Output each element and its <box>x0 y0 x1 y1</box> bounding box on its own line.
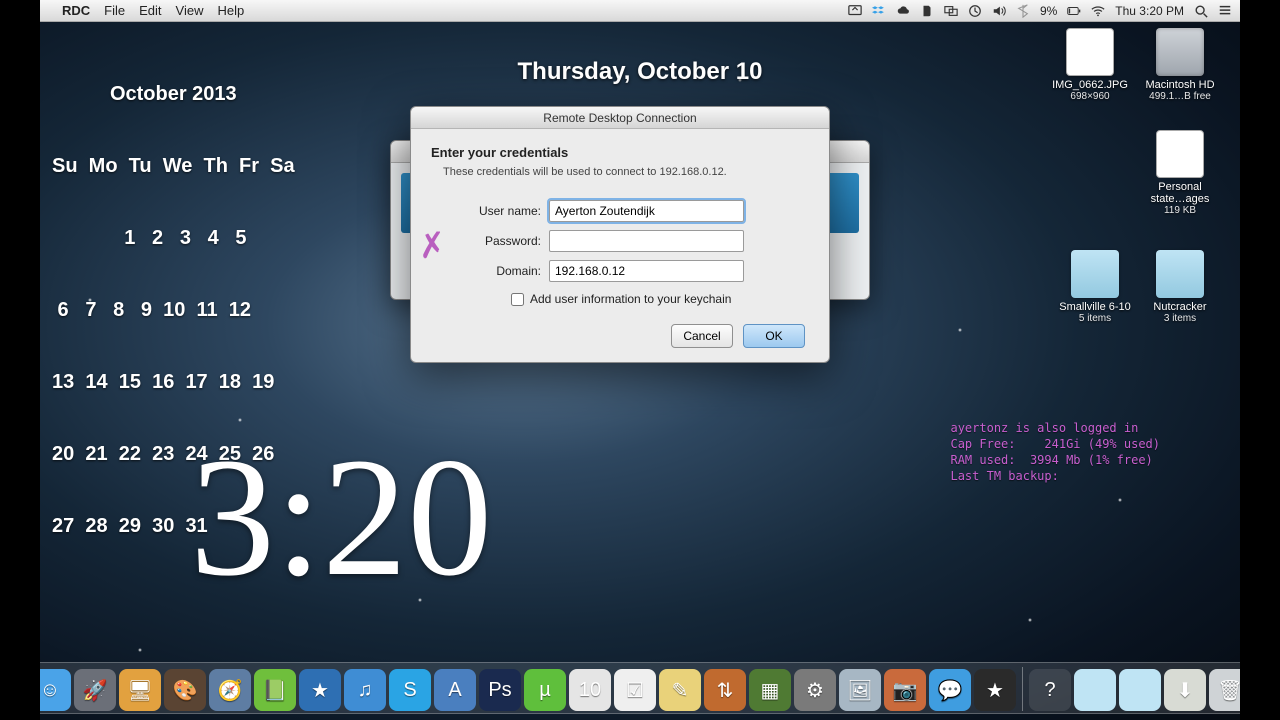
desktop-icon-label: IMG_0662.JPG <box>1050 79 1130 91</box>
desktop-icon-macintosh-hd[interactable]: Macintosh HD 499.1…B free <box>1140 28 1220 102</box>
screenshare-icon[interactable] <box>848 4 862 18</box>
desktop-icon-sub: 698×960 <box>1050 91 1130 102</box>
dock-icon-skype[interactable]: S <box>389 669 431 711</box>
dock-icon-reminders[interactable]: ☑ <box>614 669 656 711</box>
folder-icon <box>1071 250 1119 298</box>
cancel-button[interactable]: Cancel <box>671 324 733 348</box>
dock-icon-photobooth[interactable]: 📷 <box>884 669 926 711</box>
dock-icon-applications[interactable] <box>1074 669 1116 711</box>
dock-icon-evernote[interactable]: 📗 <box>254 669 296 711</box>
calendar-row: 13 14 15 16 17 18 19 <box>52 370 295 394</box>
desktop-icon-folder-smallville[interactable]: Smallville 6-10 5 items <box>1055 250 1135 324</box>
desktop-icon-sub: 119 KB <box>1140 205 1220 216</box>
dock-icon-ical[interactable]: 10 <box>569 669 611 711</box>
timemachine-icon[interactable] <box>968 4 982 18</box>
dock-icon-appstore[interactable]: A <box>434 669 476 711</box>
dock-icon-preview[interactable]: 🖼 <box>839 669 881 711</box>
cloud-icon[interactable] <box>896 4 910 18</box>
menu-help[interactable]: Help <box>217 3 244 18</box>
desktop-icon-sub: 5 items <box>1055 313 1135 324</box>
dock-icon-systemprefs[interactable]: ⚙ <box>794 669 836 711</box>
dock-separator <box>1022 667 1023 711</box>
calendar-header: Su Mo Tu We Th Fr Sa <box>52 154 295 178</box>
ok-button[interactable]: OK <box>743 324 805 348</box>
dock-icon-itunes[interactable]: ♫ <box>344 669 386 711</box>
desktop-icon-image[interactable]: IMG_0662.JPG 698×960 <box>1050 28 1130 102</box>
bluetooth-icon[interactable] <box>1016 4 1030 18</box>
date-heading: Thursday, October 10 <box>518 58 763 86</box>
battery-icon[interactable] <box>1067 4 1081 18</box>
calendar-title: October 2013 <box>52 82 295 106</box>
menu-edit[interactable]: Edit <box>139 3 161 18</box>
dock-icon-launchpad[interactable]: 🚀 <box>74 669 116 711</box>
dock-icon-transmission[interactable]: ⇅ <box>704 669 746 711</box>
desktop-icon-label: Macintosh HD <box>1140 79 1220 91</box>
dock: ☺🚀🖥🎨🧭📗★♫SAPsµ10☑✎⇅▦⚙🖼📷💬★?⬇🗑 <box>40 662 1240 714</box>
desktop-icon-sub: 3 items <box>1140 313 1220 324</box>
dock-icon-photoshop[interactable]: Ps <box>479 669 521 711</box>
dock-icon-finder[interactable]: ☺ <box>40 669 71 711</box>
dock-icon-safari[interactable]: 🧭 <box>209 669 251 711</box>
calendar-row: 1 2 3 4 5 <box>52 226 295 250</box>
image-file-icon <box>1066 28 1114 76</box>
dock-icon-imovie[interactable]: ★ <box>974 669 1016 711</box>
wifi-icon[interactable] <box>1091 4 1105 18</box>
volume-icon[interactable] <box>992 4 1006 18</box>
desktop: RDC File Edit View Help 9% Thu 3:20 PM T… <box>40 0 1240 720</box>
dock-icon-messages[interactable]: 💬 <box>929 669 971 711</box>
dock-icon-trash[interactable]: 🗑 <box>1209 669 1240 711</box>
menu-view[interactable]: View <box>176 3 204 18</box>
notification-center-icon[interactable] <box>1218 4 1232 18</box>
desktop-icon-folder-nutcracker[interactable]: Nutcracker 3 items <box>1140 250 1220 324</box>
dock-icon-utorrent[interactable]: µ <box>524 669 566 711</box>
password-label: Password: <box>431 234 541 248</box>
calendar-row: 6 7 8 9 10 11 12 <box>52 298 295 322</box>
dock-icon-rdc[interactable]: 🖥 <box>119 669 161 711</box>
desktop-icon-sub: 499.1…B free <box>1140 91 1220 102</box>
desktop-icon-label: Smallville 6-10 <box>1055 301 1135 313</box>
menubar-clock[interactable]: Thu 3:20 PM <box>1115 4 1184 18</box>
desktop-icon-document[interactable]: Personal state…ages 119 KB <box>1140 130 1220 216</box>
document-icon <box>1156 130 1204 178</box>
username-label: User name: <box>431 204 541 218</box>
domain-input[interactable] <box>549 260 744 282</box>
dock-icon-minecraft[interactable]: ▦ <box>749 669 791 711</box>
spotlight-icon[interactable] <box>1194 4 1208 18</box>
system-status-text: ayertonz is also logged in Cap Free: 241… <box>950 420 1160 484</box>
dialog-heading: Enter your credentials <box>431 145 809 160</box>
harddrive-icon <box>1156 28 1204 76</box>
clock-widget: 3:20 <box>190 420 492 615</box>
evernote-menubar-icon[interactable] <box>920 4 934 18</box>
dock-icon-help[interactable]: ? <box>1029 669 1071 711</box>
folder-icon <box>1156 250 1204 298</box>
desktop-icon-label: Nutcracker <box>1140 301 1220 313</box>
keychain-checkbox[interactable] <box>511 293 524 306</box>
keychain-label: Add user information to your keychain <box>530 292 731 306</box>
domain-label: Domain: <box>431 264 541 278</box>
menu-file[interactable]: File <box>104 3 125 18</box>
dropbox-icon[interactable] <box>872 4 886 18</box>
password-input[interactable] <box>549 230 744 252</box>
desktop-icon-label: Personal state…ages <box>1140 181 1220 205</box>
dock-icon-downloads[interactable]: ⬇ <box>1164 669 1206 711</box>
credentials-dialog: Remote Desktop Connection Enter your cre… <box>410 106 830 363</box>
dock-icon-documents[interactable] <box>1119 669 1161 711</box>
app-menu[interactable]: RDC <box>62 3 90 18</box>
username-input[interactable] <box>549 200 744 222</box>
dialog-subtext: These credentials will be used to connec… <box>443 166 809 178</box>
dock-icon-notes[interactable]: ✎ <box>659 669 701 711</box>
menubar: RDC File Edit View Help 9% Thu 3:20 PM <box>40 0 1240 22</box>
dock-icon-gimp[interactable]: 🎨 <box>164 669 206 711</box>
dialog-title: Remote Desktop Connection <box>411 107 829 129</box>
dock-icon-anki[interactable]: ★ <box>299 669 341 711</box>
battery-percent[interactable]: 9% <box>1040 4 1057 18</box>
displays-icon[interactable] <box>944 4 958 18</box>
